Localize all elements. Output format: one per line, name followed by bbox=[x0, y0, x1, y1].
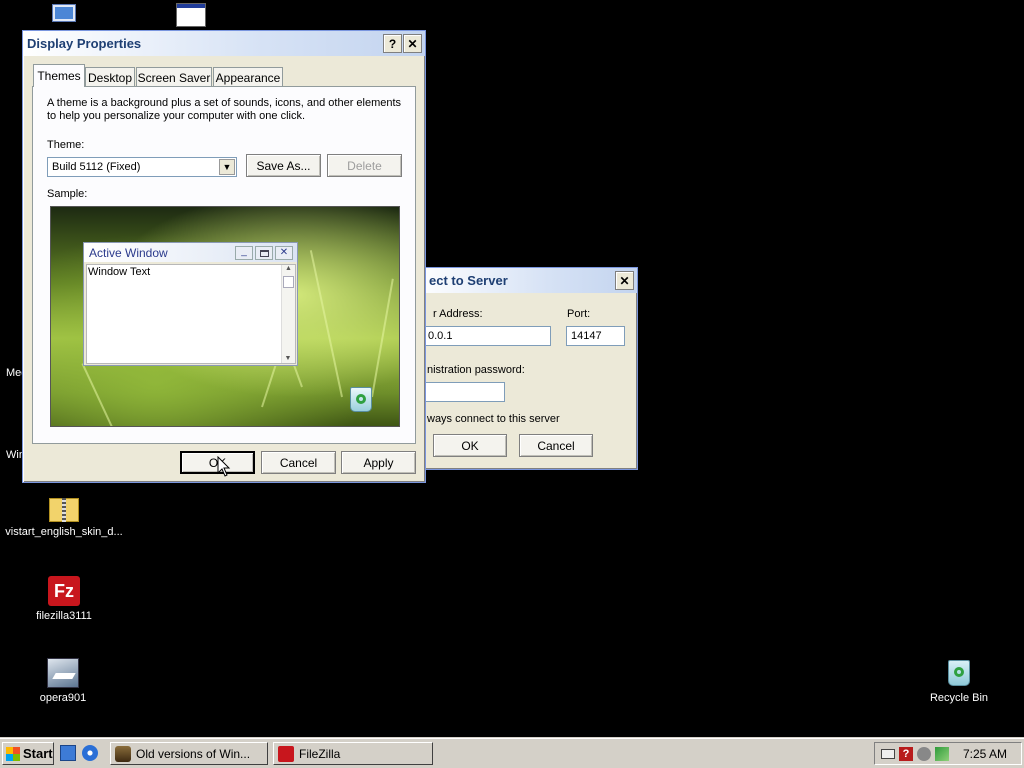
connect-to-server-dialog: ect to Server ✕ r Address: 0.0.1 Port: 1… bbox=[414, 267, 638, 470]
server-address-field[interactable]: 0.0.1 bbox=[423, 326, 551, 346]
ok-button[interactable]: OK bbox=[433, 434, 507, 457]
taskbar: Start Old versions of Win... FileZilla ?… bbox=[0, 738, 1024, 768]
keyboard-icon[interactable] bbox=[881, 748, 895, 759]
settings-tray-icon[interactable] bbox=[917, 746, 931, 761]
scroll-thumb bbox=[283, 276, 294, 288]
display-properties-dialog: Display Properties ? ✕ Themes Desktop Sc… bbox=[22, 30, 426, 483]
grass-blade bbox=[309, 250, 343, 398]
tab-themes[interactable]: Themes bbox=[33, 64, 85, 87]
desktop-icon-vistart-skin[interactable]: vistart_english_skin_d... bbox=[2, 494, 126, 538]
grass-blade bbox=[81, 363, 113, 426]
zip-folder-icon bbox=[49, 494, 79, 522]
sample-window-titlebar: Active Window _ ✕ bbox=[84, 243, 297, 262]
admin-password-label: nistration password: bbox=[427, 364, 525, 376]
filezilla-icon bbox=[278, 745, 294, 762]
clock: 7:25 AM bbox=[963, 746, 1008, 761]
apply-button[interactable]: Apply bbox=[341, 451, 416, 474]
desktop-icon-opera901[interactable]: opera901 bbox=[30, 658, 96, 704]
system-tray: ? 7:25 AM bbox=[874, 742, 1022, 765]
taskbar-task-old-versions[interactable]: Old versions of Win... bbox=[110, 742, 268, 765]
start-button[interactable]: Start bbox=[2, 742, 54, 765]
sample-window-body: Window Text ▲ ▼ bbox=[86, 264, 296, 364]
desktop-icon-label: opera901 bbox=[39, 692, 87, 704]
scrollbar: ▲ ▼ bbox=[281, 265, 295, 363]
task-label: FileZilla bbox=[299, 746, 341, 761]
desktop-icon-label: Recycle Bin bbox=[929, 692, 989, 704]
browser-task-icon bbox=[115, 745, 131, 762]
scroll-up-icon: ▲ bbox=[285, 265, 292, 272]
theme-description: A theme is a background plus a set of so… bbox=[47, 97, 402, 122]
start-label: Start bbox=[23, 746, 53, 761]
taskbar-task-filezilla[interactable]: FileZilla bbox=[273, 742, 433, 765]
quick-launch bbox=[60, 745, 104, 763]
theme-select-value: Build 5112 (Fixed) bbox=[52, 161, 141, 173]
opera-installer-icon bbox=[47, 658, 79, 688]
theme-label: Theme: bbox=[47, 139, 85, 151]
admin-password-field[interactable] bbox=[423, 382, 505, 402]
desktop-icon-filezilla3111[interactable]: Fz filezilla3111 bbox=[26, 576, 102, 622]
close-icon: ✕ bbox=[407, 36, 418, 51]
window-title: Display Properties bbox=[27, 36, 142, 51]
close-button[interactable]: ✕ bbox=[615, 271, 634, 290]
always-connect-checkbox-label[interactable]: ways connect to this server bbox=[427, 413, 560, 425]
themes-tab-panel: A theme is a background plus a set of so… bbox=[32, 86, 416, 444]
scroll-down-icon: ▼ bbox=[284, 355, 292, 362]
chevron-down-icon[interactable]: ▼ bbox=[219, 159, 235, 175]
tab-appearance[interactable]: Appearance bbox=[213, 67, 283, 87]
task-label: Old versions of Win... bbox=[136, 746, 251, 761]
desktop-icon-label: filezilla3111 bbox=[36, 610, 92, 622]
sample-window-text: Window Text bbox=[88, 266, 151, 278]
cancel-button[interactable]: Cancel bbox=[261, 451, 336, 474]
theme-select[interactable]: Build 5112 (Fixed) ▼ bbox=[47, 157, 237, 177]
port-label: Port: bbox=[567, 308, 591, 320]
display-properties-titlebar[interactable]: Display Properties ? ✕ bbox=[23, 31, 425, 56]
grass-blade bbox=[371, 278, 394, 398]
help-button[interactable]: ? bbox=[383, 34, 402, 53]
theme-sample-preview: Active Window _ ✕ Window Text ▲ ▼ bbox=[50, 206, 400, 427]
help-icon: ? bbox=[388, 36, 397, 51]
connect-dialog-titlebar[interactable]: ect to Server ✕ bbox=[415, 268, 637, 293]
close-button[interactable]: ✕ bbox=[403, 34, 422, 53]
mouse-cursor-icon bbox=[217, 456, 231, 477]
show-desktop-icon[interactable] bbox=[60, 745, 76, 761]
network-tray-icon[interactable] bbox=[935, 746, 949, 761]
sample-window-title: Active Window bbox=[89, 245, 168, 260]
desktop-icon-recycle-bin[interactable]: Recycle Bin bbox=[926, 658, 992, 704]
close-icon: ✕ bbox=[275, 246, 293, 260]
tab-screen-saver[interactable]: Screen Saver bbox=[136, 67, 212, 87]
tab-desktop[interactable]: Desktop bbox=[85, 67, 135, 87]
sample-active-window: Active Window _ ✕ Window Text ▲ ▼ bbox=[83, 242, 298, 366]
save-as-button[interactable]: Save As... bbox=[246, 154, 321, 177]
cancel-button[interactable]: Cancel bbox=[519, 434, 593, 457]
minimize-icon: _ bbox=[235, 246, 253, 260]
recycle-bin-icon bbox=[945, 658, 973, 688]
windows-logo-icon bbox=[6, 746, 20, 761]
sample-recycle-bin-icon bbox=[347, 385, 375, 415]
my-computer-icon[interactable] bbox=[44, 2, 84, 32]
close-icon: ✕ bbox=[619, 273, 630, 288]
port-field[interactable]: 14147 bbox=[566, 326, 625, 346]
delete-button[interactable]: Delete bbox=[327, 154, 402, 177]
window-shortcut-icon[interactable] bbox=[174, 3, 208, 33]
desktop-icon-label: vistart_english_skin_d... bbox=[5, 526, 123, 538]
server-address-label: r Address: bbox=[433, 308, 483, 320]
maximize-icon bbox=[255, 246, 273, 260]
browser-icon[interactable] bbox=[82, 745, 98, 761]
connect-dialog-title: ect to Server bbox=[429, 273, 508, 288]
filezilla-icon: Fz bbox=[48, 576, 80, 606]
sample-label: Sample: bbox=[47, 188, 88, 200]
help-tray-icon[interactable]: ? bbox=[899, 746, 913, 761]
